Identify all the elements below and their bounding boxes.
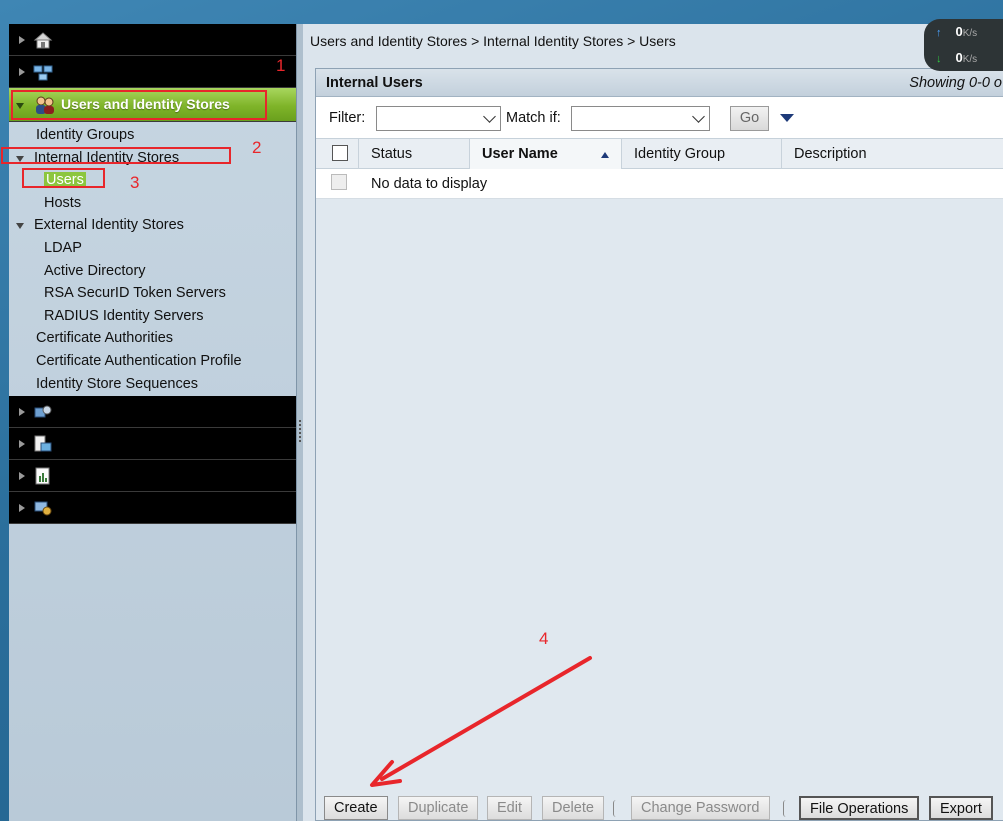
record-count: Showing 0-0 o [909, 75, 1002, 91]
empty-row: No data to display [316, 169, 1003, 199]
match-if-label: Match if: [506, 110, 561, 126]
tree-item-label: RSA SecurID Token Servers [44, 285, 226, 302]
tree-item-radius-identity-servers[interactable]: RADIUS Identity Servers [9, 305, 296, 328]
column-user-name[interactable]: User Name [470, 139, 622, 169]
export-button[interactable]: Export [929, 796, 993, 820]
system-administration-icon [34, 501, 52, 516]
expand-arrow-icon [19, 36, 25, 44]
row-checkbox [331, 174, 347, 190]
collapse-arrow-icon[interactable] [16, 223, 24, 230]
expand-arrow-icon [19, 440, 25, 448]
network-speed-widget: ↑ 0K/s ↓ 0K/s [924, 19, 1003, 71]
download-arrow-icon: ↓ [936, 53, 942, 65]
select-all-column [316, 139, 359, 169]
filter-label: Filter: [329, 110, 366, 126]
drawer-policy-elements[interactable] [9, 396, 296, 428]
tree-item-certificate-authorities[interactable]: Certificate Authorities [9, 327, 296, 350]
drawer-monitoring-reports[interactable] [9, 460, 296, 492]
upload-speed: ↑ 0K/s [936, 24, 978, 39]
edit-button[interactable]: Edit [487, 796, 532, 820]
filter-bar: Filter: Match if: Go [316, 97, 1003, 139]
tree-item-label: Certificate Authentication Profile [36, 352, 242, 369]
annotation-box-2 [1, 147, 231, 164]
tree-item-label: LDAP [44, 239, 82, 256]
expand-arrow-icon [19, 408, 25, 416]
download-speed: ↓ 0K/s [936, 50, 978, 65]
home-icon [33, 32, 53, 49]
policy-elements-icon [34, 405, 52, 418]
panel-header: Internal Users Showing 0-0 o [316, 69, 1003, 97]
select-all-checkbox[interactable] [332, 145, 348, 161]
monitoring-reports-icon [35, 467, 50, 485]
content-area: Users and Identity Stores > Internal Ide… [303, 24, 1003, 821]
file-operations-button[interactable]: File Operations [799, 796, 920, 820]
delete-button[interactable]: Delete [542, 796, 604, 820]
create-button[interactable]: Create [324, 796, 388, 820]
column-user-name-label: User Name [482, 146, 558, 162]
column-status[interactable]: Status [359, 139, 470, 169]
splitter-grip-icon [299, 420, 301, 444]
grid-header: Status User Name Identity Group Descript… [316, 139, 1003, 169]
duplicate-button[interactable]: Duplicate [398, 796, 479, 820]
change-password-button[interactable]: Change Password [631, 796, 770, 820]
toolbar-separator [783, 800, 787, 817]
tree-item-label: Active Directory [44, 262, 146, 279]
annotation-box-3 [22, 168, 105, 188]
tree-item-identity-store-sequences[interactable]: Identity Store Sequences [9, 373, 296, 396]
expand-arrow-icon [19, 504, 25, 512]
network-resources-icon [33, 65, 53, 81]
tree-item-external-identity-stores[interactable]: External Identity Stores [9, 214, 296, 237]
tree-item-label: External Identity Stores [34, 217, 184, 234]
tree-item-label: Identity Store Sequences [36, 375, 199, 392]
tree-item-label: Hosts [44, 194, 82, 211]
tree-item-hosts[interactable]: Hosts [9, 192, 296, 215]
tree-item-active-directory[interactable]: Active Directory [9, 260, 296, 283]
match-if-select[interactable] [571, 106, 710, 131]
tree-item-rsa-securid-token-servers[interactable]: RSA SecurID Token Servers [9, 282, 296, 305]
expand-arrow-icon [19, 68, 25, 76]
advanced-filter-arrow-icon[interactable] [780, 114, 794, 122]
desktop: { "sidebar": { "active_drawer_title": "U… [0, 0, 1003, 821]
toolbar-separator [613, 800, 617, 817]
annotation-number-1: 1 [276, 56, 286, 75]
drawer-access-policies[interactable] [9, 428, 296, 460]
drawer-system-administration[interactable] [9, 492, 296, 524]
drawer-network-resources[interactable] [9, 56, 296, 88]
chevron-down-icon [692, 110, 705, 123]
column-identity-group[interactable]: Identity Group [622, 139, 782, 169]
tree-item-certificate-authentication-profile[interactable]: Certificate Authentication Profile [9, 350, 296, 373]
column-description[interactable]: Description [782, 139, 1003, 169]
internal-users-panel: Internal Users Showing 0-0 o Filter: Mat… [315, 68, 1003, 821]
filter-select[interactable] [376, 106, 501, 131]
annotation-box-1 [11, 90, 267, 120]
breadcrumb: Users and Identity Stores > Internal Ide… [310, 33, 676, 49]
annotation-number-4: 4 [539, 629, 549, 648]
panel-title: Internal Users [326, 75, 423, 91]
sort-ascending-icon [601, 152, 609, 158]
annotation-number-3: 3 [130, 173, 140, 192]
tree-item-label: RADIUS Identity Servers [44, 307, 204, 324]
empty-message: No data to display [371, 176, 488, 192]
action-toolbar: Create Duplicate Edit Delete Change Pass… [316, 796, 1003, 821]
upload-arrow-icon: ↑ [936, 27, 942, 39]
tree-item-ldap[interactable]: LDAP [9, 237, 296, 260]
chevron-down-icon [483, 110, 496, 123]
access-policies-icon [34, 435, 52, 452]
go-button[interactable]: Go [730, 106, 769, 131]
tree-item-label: Certificate Authorities [36, 330, 174, 347]
expand-arrow-icon [19, 472, 25, 480]
annotation-number-2: 2 [252, 138, 262, 157]
drawer-home[interactable] [9, 24, 296, 56]
tree-item-label: Identity Groups [36, 127, 135, 143]
